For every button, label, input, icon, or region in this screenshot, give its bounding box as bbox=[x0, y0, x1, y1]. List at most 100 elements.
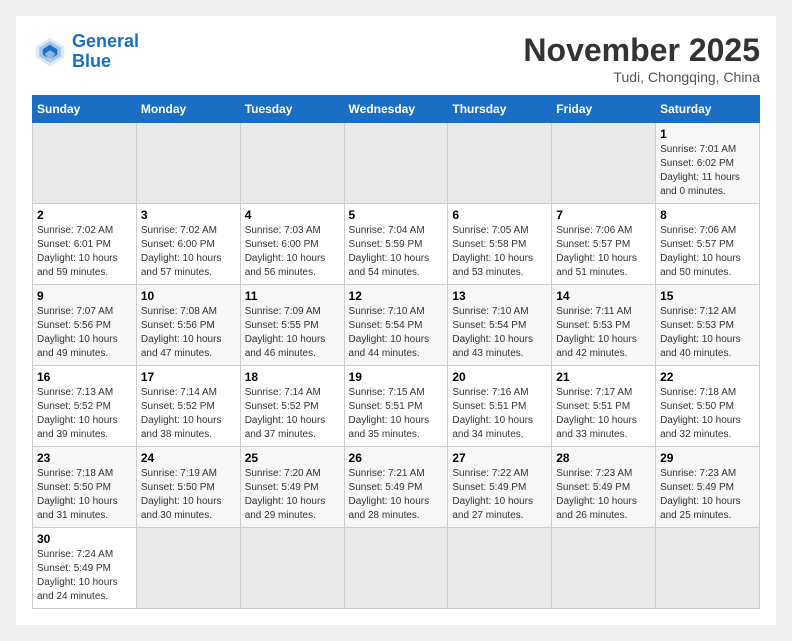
location: Tudi, Chongqing, China bbox=[523, 69, 760, 85]
day-info: Sunrise: 7:16 AM Sunset: 5:51 PM Dayligh… bbox=[452, 386, 547, 442]
day-number: 15 bbox=[660, 289, 755, 303]
logo: General Blue bbox=[32, 32, 139, 72]
calendar-cell bbox=[240, 123, 344, 204]
day-number: 8 bbox=[660, 208, 755, 222]
day-info: Sunrise: 7:14 AM Sunset: 5:52 PM Dayligh… bbox=[245, 386, 340, 442]
calendar-cell: 19 Sunrise: 7:15 AM Sunset: 5:51 PM Dayli… bbox=[344, 366, 448, 447]
day-info: Sunrise: 7:12 AM Sunset: 5:53 PM Dayligh… bbox=[660, 305, 755, 361]
calendar-cell: 12 Sunrise: 7:10 AM Sunset: 5:54 PM Dayli… bbox=[344, 285, 448, 366]
calendar-cell: 7 Sunrise: 7:06 AM Sunset: 5:57 PM Daylig… bbox=[552, 204, 656, 285]
calendar-cell bbox=[448, 123, 552, 204]
day-info: Sunrise: 7:20 AM Sunset: 5:49 PM Dayligh… bbox=[245, 467, 340, 523]
calendar-cell: 24 Sunrise: 7:19 AM Sunset: 5:50 PM Dayli… bbox=[136, 447, 240, 528]
calendar-cell: 6Sunrise: 7:05 AM Sunset: 5:58 PM Daylig… bbox=[448, 204, 552, 285]
day-number: 3 bbox=[141, 208, 236, 222]
calendar-cell: 4Sunrise: 7:03 AM Sunset: 6:00 PM Daylig… bbox=[240, 204, 344, 285]
day-number: 20 bbox=[452, 370, 547, 384]
day-number: 18 bbox=[245, 370, 340, 384]
day-info: Sunrise: 7:02 AM Sunset: 6:00 PM Dayligh… bbox=[141, 224, 236, 280]
calendar-page: General Blue November 2025 Tudi, Chongqi… bbox=[16, 16, 776, 625]
calendar-cell: 15 Sunrise: 7:12 AM Sunset: 5:53 PM Dayli… bbox=[656, 285, 760, 366]
calendar-cell bbox=[33, 123, 137, 204]
day-header-saturday: Saturday bbox=[656, 96, 760, 123]
day-info: Sunrise: 7:21 AM Sunset: 5:49 PM Dayligh… bbox=[349, 467, 444, 523]
day-info: Sunrise: 7:10 AM Sunset: 5:54 PM Dayligh… bbox=[349, 305, 444, 361]
calendar-cell bbox=[656, 528, 760, 609]
calendar-cell: 8 Sunrise: 7:06 AM Sunset: 5:57 PM Daylig… bbox=[656, 204, 760, 285]
day-number: 12 bbox=[349, 289, 444, 303]
day-info: Sunrise: 7:18 AM Sunset: 5:50 PM Dayligh… bbox=[660, 386, 755, 442]
calendar-cell bbox=[240, 528, 344, 609]
day-info: Sunrise: 7:19 AM Sunset: 5:50 PM Dayligh… bbox=[141, 467, 236, 523]
day-info: Sunrise: 7:14 AM Sunset: 5:52 PM Dayligh… bbox=[141, 386, 236, 442]
day-header-wednesday: Wednesday bbox=[344, 96, 448, 123]
calendar-cell: 14Sunrise: 7:11 AM Sunset: 5:53 PM Dayli… bbox=[552, 285, 656, 366]
day-info: Sunrise: 7:13 AM Sunset: 5:52 PM Dayligh… bbox=[37, 386, 132, 442]
calendar-cell: 29Sunrise: 7:23 AM Sunset: 5:49 PM Dayli… bbox=[656, 447, 760, 528]
day-header-friday: Friday bbox=[552, 96, 656, 123]
calendar-cell: 27 Sunrise: 7:22 AM Sunset: 5:49 PM Dayli… bbox=[448, 447, 552, 528]
day-number: 22 bbox=[660, 370, 755, 384]
day-number: 13 bbox=[452, 289, 547, 303]
day-number: 4 bbox=[245, 208, 340, 222]
calendar-cell: 26Sunrise: 7:21 AM Sunset: 5:49 PM Dayli… bbox=[344, 447, 448, 528]
calendar-table: SundayMondayTuesdayWednesdayThursdayFrid… bbox=[32, 95, 760, 609]
day-number: 24 bbox=[141, 451, 236, 465]
day-header-monday: Monday bbox=[136, 96, 240, 123]
day-number: 5 bbox=[349, 208, 444, 222]
calendar-cell: 25Sunrise: 7:20 AM Sunset: 5:49 PM Dayli… bbox=[240, 447, 344, 528]
calendar-cell: 1Sunrise: 7:01 AM Sunset: 6:02 PM Daylig… bbox=[656, 123, 760, 204]
day-number: 16 bbox=[37, 370, 132, 384]
day-number: 9 bbox=[37, 289, 132, 303]
day-info: Sunrise: 7:23 AM Sunset: 5:49 PM Dayligh… bbox=[556, 467, 651, 523]
day-info: Sunrise: 7:15 AM Sunset: 5:51 PM Dayligh… bbox=[349, 386, 444, 442]
day-number: 19 bbox=[349, 370, 444, 384]
week-row: 9 Sunrise: 7:07 AM Sunset: 5:56 PM Daylig… bbox=[33, 285, 760, 366]
day-info: Sunrise: 7:23 AM Sunset: 5:49 PM Dayligh… bbox=[660, 467, 755, 523]
week-row: 1Sunrise: 7:01 AM Sunset: 6:02 PM Daylig… bbox=[33, 123, 760, 204]
day-info: Sunrise: 7:06 AM Sunset: 5:57 PM Dayligh… bbox=[556, 224, 651, 280]
calendar-cell: 28 Sunrise: 7:23 AM Sunset: 5:49 PM Dayli… bbox=[552, 447, 656, 528]
day-header-sunday: Sunday bbox=[33, 96, 137, 123]
day-info: Sunrise: 7:06 AM Sunset: 5:57 PM Dayligh… bbox=[660, 224, 755, 280]
day-info: Sunrise: 7:18 AM Sunset: 5:50 PM Dayligh… bbox=[37, 467, 132, 523]
day-number: 7 bbox=[556, 208, 651, 222]
calendar-cell bbox=[136, 123, 240, 204]
calendar-cell: 2Sunrise: 7:02 AM Sunset: 6:01 PM Daylig… bbox=[33, 204, 137, 285]
day-number: 21 bbox=[556, 370, 651, 384]
day-info: Sunrise: 7:07 AM Sunset: 5:56 PM Dayligh… bbox=[37, 305, 132, 361]
day-header-tuesday: Tuesday bbox=[240, 96, 344, 123]
day-header-thursday: Thursday bbox=[448, 96, 552, 123]
calendar-cell: 3 Sunrise: 7:02 AM Sunset: 6:00 PM Daylig… bbox=[136, 204, 240, 285]
day-info: Sunrise: 7:11 AM Sunset: 5:53 PM Dayligh… bbox=[556, 305, 651, 361]
calendar-cell bbox=[136, 528, 240, 609]
day-info: Sunrise: 7:24 AM Sunset: 5:49 PM Dayligh… bbox=[37, 548, 132, 604]
day-number: 28 bbox=[556, 451, 651, 465]
calendar-cell: 16 Sunrise: 7:13 AM Sunset: 5:52 PM Dayli… bbox=[33, 366, 137, 447]
title-block: November 2025 Tudi, Chongqing, China bbox=[523, 32, 760, 85]
day-number: 6 bbox=[452, 208, 547, 222]
day-info: Sunrise: 7:08 AM Sunset: 5:56 PM Dayligh… bbox=[141, 305, 236, 361]
month-title: November 2025 bbox=[523, 32, 760, 69]
day-number: 10 bbox=[141, 289, 236, 303]
calendar-cell: 20 Sunrise: 7:16 AM Sunset: 5:51 PM Dayli… bbox=[448, 366, 552, 447]
day-info: Sunrise: 7:02 AM Sunset: 6:01 PM Dayligh… bbox=[37, 224, 132, 280]
day-number: 1 bbox=[660, 127, 755, 141]
day-number: 27 bbox=[452, 451, 547, 465]
calendar-cell bbox=[552, 123, 656, 204]
calendar-cell: 22 Sunrise: 7:18 AM Sunset: 5:50 PM Dayli… bbox=[656, 366, 760, 447]
day-number: 11 bbox=[245, 289, 340, 303]
header-row: SundayMondayTuesdayWednesdayThursdayFrid… bbox=[33, 96, 760, 123]
week-row: 30Sunrise: 7:24 AM Sunset: 5:49 PM Dayli… bbox=[33, 528, 760, 609]
day-info: Sunrise: 7:17 AM Sunset: 5:51 PM Dayligh… bbox=[556, 386, 651, 442]
day-info: Sunrise: 7:22 AM Sunset: 5:49 PM Dayligh… bbox=[452, 467, 547, 523]
week-row: 2Sunrise: 7:02 AM Sunset: 6:01 PM Daylig… bbox=[33, 204, 760, 285]
logo-text: General Blue bbox=[72, 32, 139, 72]
calendar-cell: 11Sunrise: 7:09 AM Sunset: 5:55 PM Dayli… bbox=[240, 285, 344, 366]
header: General Blue November 2025 Tudi, Chongqi… bbox=[32, 32, 760, 85]
calendar-cell: 30Sunrise: 7:24 AM Sunset: 5:49 PM Dayli… bbox=[33, 528, 137, 609]
calendar-cell bbox=[552, 528, 656, 609]
calendar-cell: 9 Sunrise: 7:07 AM Sunset: 5:56 PM Daylig… bbox=[33, 285, 137, 366]
day-number: 23 bbox=[37, 451, 132, 465]
week-row: 23 Sunrise: 7:18 AM Sunset: 5:50 PM Dayli… bbox=[33, 447, 760, 528]
